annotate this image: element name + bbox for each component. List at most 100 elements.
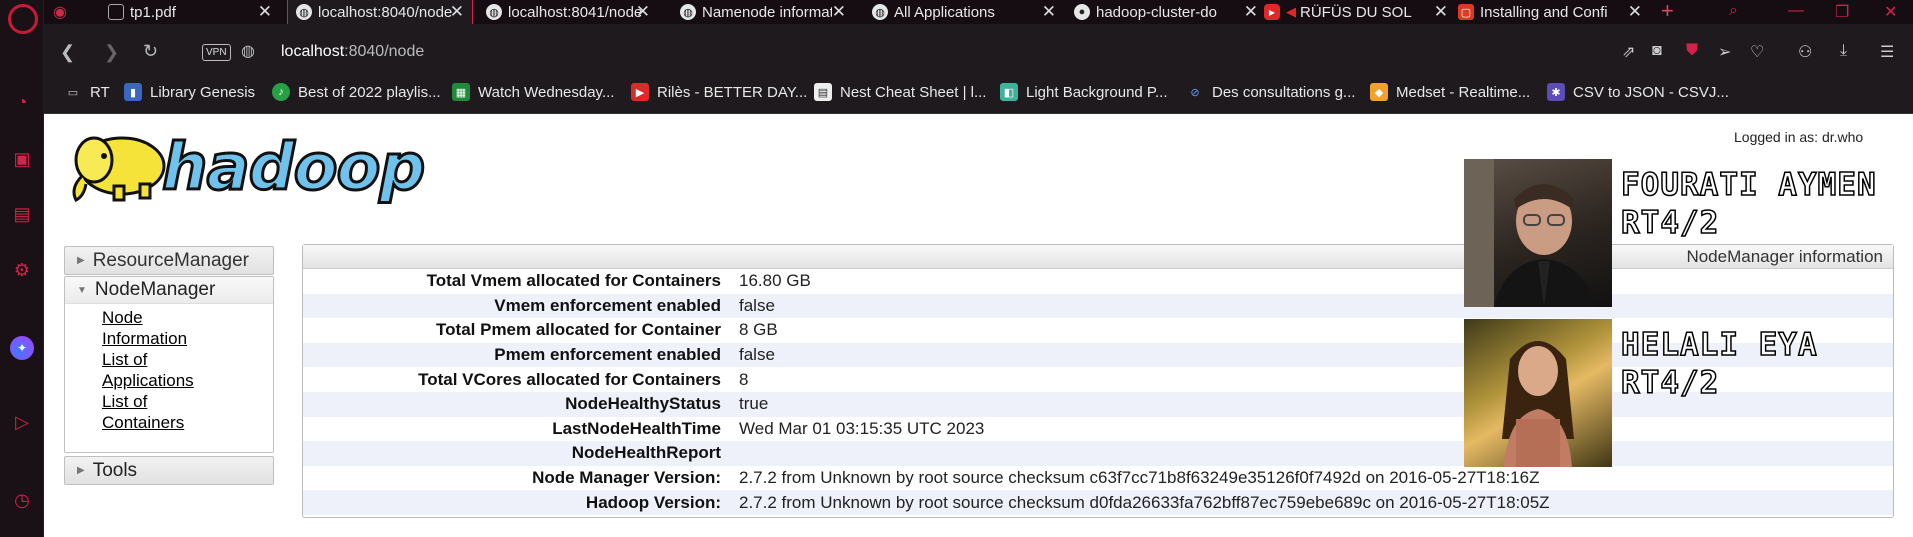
tab-localhost-8041[interactable]: ◍ localhost:8041/node ✕ xyxy=(478,0,658,24)
bookmark-riles[interactable]: ▶ Rilès - BETTER DAY... xyxy=(631,83,807,101)
link-node-information[interactable]: Node Information xyxy=(102,307,222,349)
bookmark-nest-cheat-sheet[interactable]: ▤ Nest Cheat Sheet | l... xyxy=(814,83,986,101)
nav-resource-manager[interactable]: ▶ ResourceManager xyxy=(64,246,274,275)
site-info-globe-icon[interactable]: ◍ xyxy=(241,41,255,61)
bookmark-light-background[interactable]: ◧ Light Background P... xyxy=(1000,83,1168,101)
bookmark-label: Library Genesis xyxy=(150,83,256,101)
student-photo-1 xyxy=(1464,159,1612,307)
heart-icon[interactable]: ♡ xyxy=(1750,42,1764,62)
download-icon[interactable]: ⤓ xyxy=(1840,42,1847,60)
student-name: FOURATI AYMEN xyxy=(1620,166,1877,204)
close-icon[interactable]: ✕ xyxy=(636,2,650,22)
close-icon[interactable]: ✕ xyxy=(832,2,846,22)
nav-section-label: ResourceManager xyxy=(92,249,250,271)
student-name-card-1: FOURATI AYMEN RT4/2 xyxy=(1620,166,1877,242)
tab-title: hadoop-cluster-do xyxy=(1096,3,1217,21)
bookmark-rt[interactable]: ▭ RT xyxy=(64,83,110,101)
bookmark-watch-wednesday[interactable]: ▦ Watch Wednesday... xyxy=(452,83,614,101)
bookmark-medset[interactable]: ◆ Medset - Realtime... xyxy=(1370,83,1530,101)
close-window-icon[interactable]: ✕ xyxy=(1884,2,1897,22)
link-list-of-applications[interactable]: List of Applications xyxy=(102,349,222,391)
opera-logo-icon[interactable] xyxy=(8,4,38,34)
player-icon[interactable]: ▷ xyxy=(8,408,36,436)
close-icon[interactable]: ✕ xyxy=(1042,2,1056,22)
close-icon[interactable]: ✕ xyxy=(258,2,272,22)
restore-icon[interactable]: ❐ xyxy=(1835,2,1849,22)
student-class: RT4/2 xyxy=(1620,364,1720,402)
table-row: Hadoop Version: 2.7.2 from Unknown by roo… xyxy=(303,490,1893,515)
forward-icon[interactable]: ❯ xyxy=(104,42,119,63)
new-tab-button[interactable]: + xyxy=(1661,0,1674,22)
table-row: LastNodeHealthTime Wed Mar 01 03:15:35 UT… xyxy=(303,417,1893,442)
tab-all-applications[interactable]: ◍ All Applications ✕ xyxy=(864,0,1064,24)
twitch-icon[interactable]: ▤ xyxy=(8,200,36,228)
workspace-icon[interactable]: ▣ xyxy=(8,145,36,173)
bookmark-csv-to-json[interactable]: ✱ CSV to JSON - CSVJ... xyxy=(1547,83,1729,101)
fox-icon: ◆ xyxy=(1370,83,1388,101)
profile-icon[interactable]: ⚇ xyxy=(1798,42,1812,62)
tab-pdf[interactable]: tp1.pdf ✕ xyxy=(100,0,280,24)
speed-dial-icon[interactable]: ◔ xyxy=(8,88,36,116)
row-key: Hadoop Version: xyxy=(585,492,721,512)
folder-icon: ▭ xyxy=(67,86,79,99)
camera-icon[interactable]: ◙ xyxy=(1652,42,1662,60)
bookmark-label: Watch Wednesday... xyxy=(478,83,615,101)
nav-section-label: Tools xyxy=(92,459,138,481)
row-key: Node Manager Version: xyxy=(532,468,721,488)
tab-bar: ◉ tp1.pdf ✕ ◍ localhost:8040/node ✕ ◍ lo… xyxy=(44,0,1913,24)
tab-github[interactable]: ● hadoop-cluster-do ✕ xyxy=(1066,0,1266,24)
search-tabs-icon[interactable]: ⌕ xyxy=(1729,2,1738,20)
vpn-badge[interactable]: VPN xyxy=(202,44,231,61)
adblock-shield-icon[interactable]: ⛊ xyxy=(1686,42,1698,60)
logged-in-label: Logged in as: dr.who xyxy=(1734,129,1864,145)
globe-icon: ◍ xyxy=(486,4,502,20)
nav-tools[interactable]: ▶ Tools xyxy=(64,456,274,485)
url-path: :8040/node xyxy=(344,43,425,60)
student-name: HELALI EYA xyxy=(1620,326,1818,364)
close-icon[interactable]: ✕ xyxy=(1434,2,1448,22)
history-icon[interactable]: ◷ xyxy=(8,486,36,514)
back-icon[interactable]: ❮ xyxy=(60,42,75,63)
minimize-icon[interactable]: — xyxy=(1788,2,1804,20)
close-icon[interactable]: ✕ xyxy=(450,2,464,22)
url-field[interactable]: localhost:8040/node xyxy=(281,43,424,61)
nav-node-manager[interactable]: ▼ NodeManager Node Information List of Ap… xyxy=(64,276,274,453)
tab-title: Installing and Confi xyxy=(1480,3,1608,21)
row-value: 16.80 GB xyxy=(739,271,811,291)
easy-setup-icon[interactable]: ☰ xyxy=(1880,42,1894,62)
tab-title: RÜFÜS DU SOL xyxy=(1300,3,1412,21)
messenger-icon[interactable]: ✦ xyxy=(10,336,34,360)
link-list-of-containers[interactable]: List of Containers xyxy=(102,391,222,433)
bookmark-consultations[interactable]: ⊘ Des consultations g... xyxy=(1186,83,1355,101)
table-header: NodeManager information xyxy=(303,245,1893,269)
tab-game[interactable]: ◉ xyxy=(44,0,88,24)
pdf-icon xyxy=(108,4,124,20)
book-icon: ▮ xyxy=(124,83,142,101)
row-value: false xyxy=(739,295,775,315)
cpu-icon[interactable]: ⚙ xyxy=(8,256,36,284)
music-icon: ♪ xyxy=(272,83,290,101)
tab-namenode[interactable]: ◍ Namenode information ✕ xyxy=(672,0,854,24)
json-icon: ✱ xyxy=(1547,83,1565,101)
row-key: NodeHealthyStatus xyxy=(565,394,721,414)
bookmark-library-genesis[interactable]: ▮ Library Genesis xyxy=(124,83,255,101)
tab-youtube[interactable]: ▶ ◀ RÜFÜS DU SOL ✕ xyxy=(1256,0,1456,24)
office-icon: ▢ xyxy=(1458,4,1474,20)
close-icon[interactable]: ✕ xyxy=(1628,2,1642,22)
bookmark-label: Nest Cheat Sheet | l... xyxy=(840,83,987,101)
clip-icon: ⊘ xyxy=(1190,86,1200,99)
bookmark-label: RT xyxy=(90,83,110,101)
share-icon[interactable]: ⇗ xyxy=(1622,42,1635,62)
tab-office[interactable]: ▢ Installing and Confi ✕ xyxy=(1450,0,1650,24)
bookmark-best-of-2022[interactable]: ♪ Best of 2022 playlis... xyxy=(272,83,441,101)
speaker-icon[interactable]: ◀ xyxy=(1286,4,1296,20)
reload-icon[interactable]: ↻ xyxy=(143,41,158,62)
row-key: LastNodeHealthTime xyxy=(552,418,721,438)
bookmark-label: Des consultations g... xyxy=(1212,83,1356,101)
row-value: Wed Mar 01 03:15:35 UTC 2023 xyxy=(739,418,985,438)
send-icon[interactable]: ➢ xyxy=(1718,42,1731,62)
triangle-right-icon: ▶ xyxy=(77,465,85,476)
table-row: Vmem enforcement enabled false xyxy=(303,293,1893,319)
student-photo-2 xyxy=(1464,319,1612,467)
tab-localhost-8040[interactable]: ◍ localhost:8040/node ✕ xyxy=(287,0,473,24)
